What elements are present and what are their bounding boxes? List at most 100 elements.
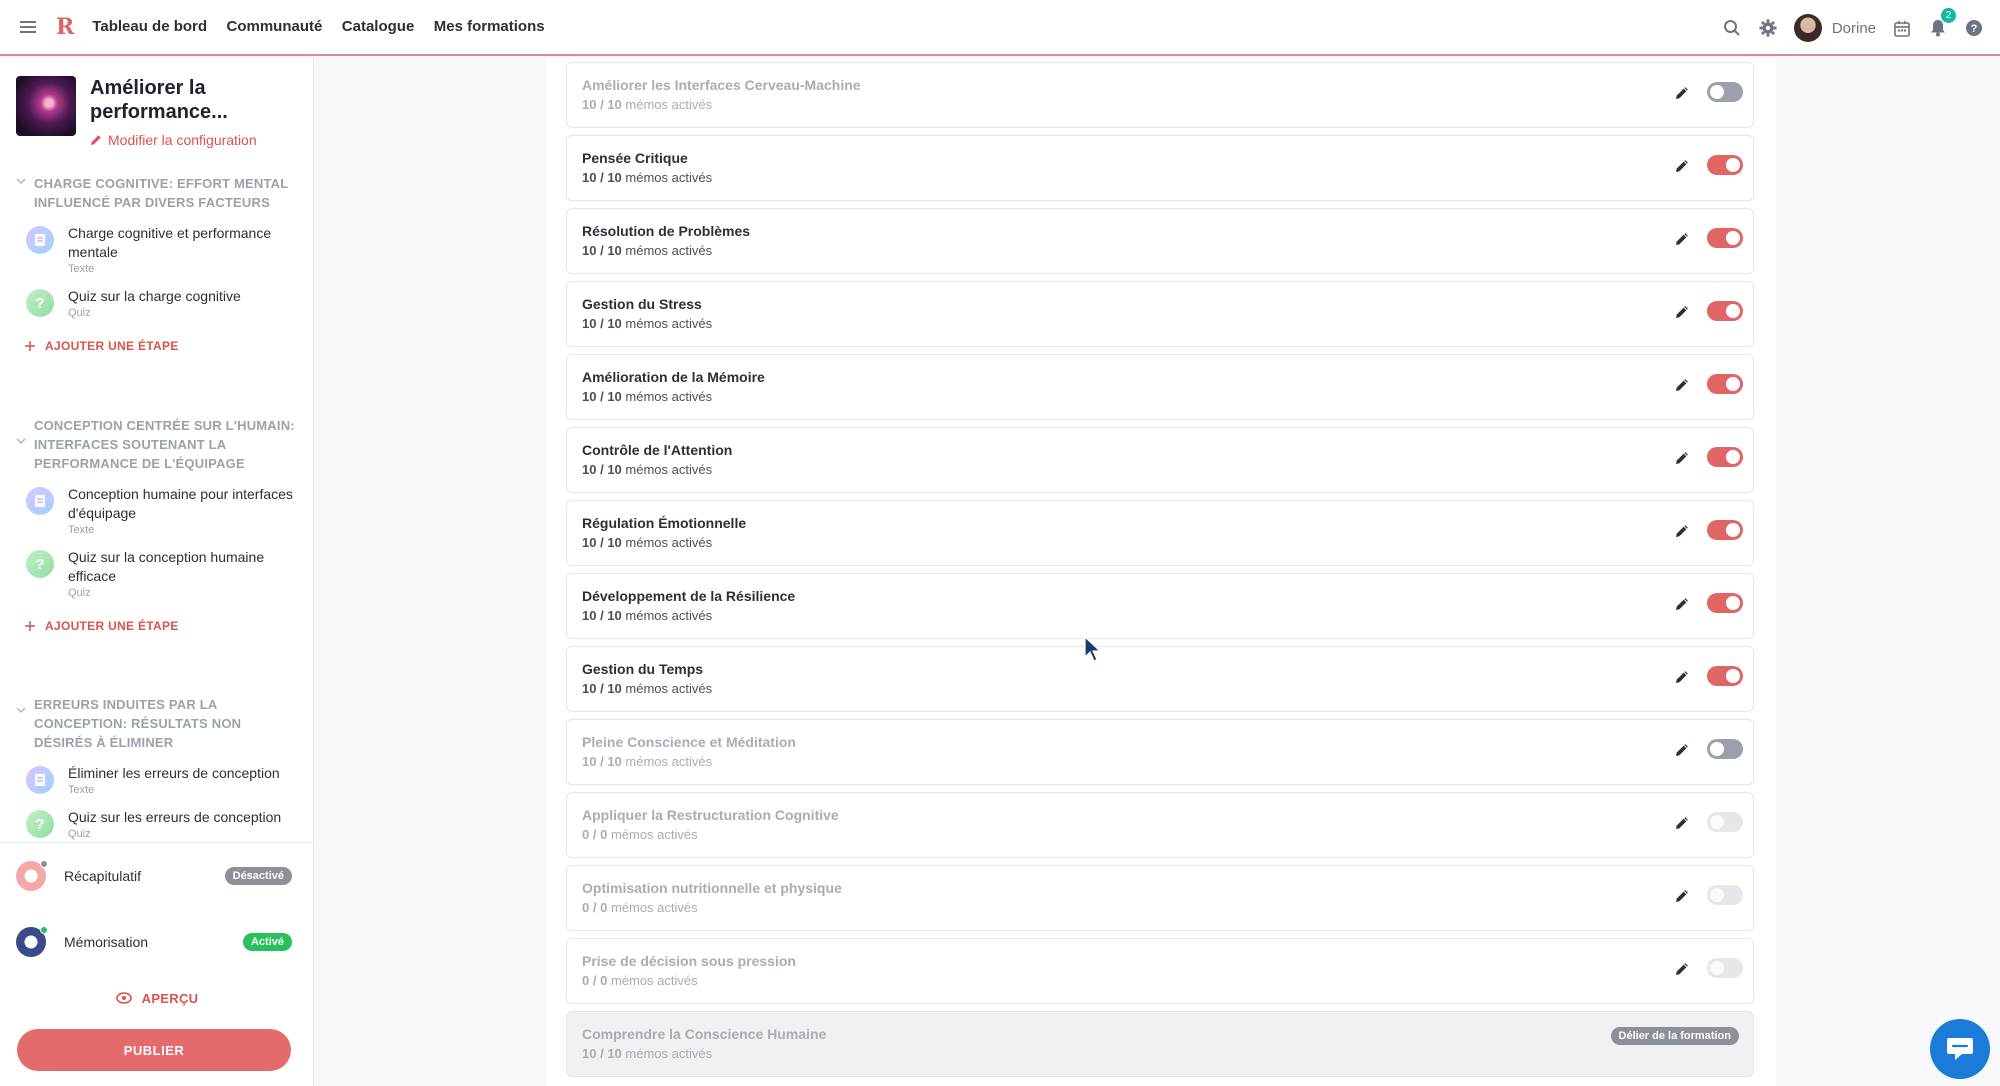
edit-pencil-icon[interactable] — [1674, 815, 1694, 835]
module-card: Amélioration de la Mémoire 10 / 10 mémos … — [566, 354, 1754, 420]
memo-ratio: 10 / 10 — [582, 316, 622, 331]
module-memo-count: 10 / 10 mémos activés — [582, 1046, 712, 1061]
memo-total-count: 10 — [607, 535, 622, 550]
memo-active-count: 0 — [582, 973, 590, 988]
sidebar-step[interactable]: ? Quiz sur la conception humaine efficac… — [16, 536, 298, 599]
module-toggle[interactable] — [1707, 447, 1743, 467]
memo-ratio: 10 / 10 — [582, 462, 622, 477]
section-title[interactable]: CHARGE COGNITIVE: EFFORT MENTAL INFLUENC… — [16, 174, 298, 212]
memo-ratio: 0 / 0 — [582, 900, 608, 915]
calendar-icon[interactable] — [1892, 18, 1912, 38]
module-toggle[interactable] — [1707, 666, 1743, 686]
module-toggle[interactable] — [1707, 739, 1743, 759]
module-title: Améliorer les Interfaces Cerveau-Machine — [582, 77, 861, 93]
edit-pencil-icon[interactable] — [1674, 158, 1694, 178]
module-toggle[interactable] — [1707, 228, 1743, 248]
module-toggle[interactable] — [1707, 593, 1743, 613]
module-card: Pleine Conscience et Méditation 10 / 10 m… — [566, 719, 1754, 785]
module-toggle[interactable] — [1707, 812, 1743, 832]
memo-suffix: mémos activés — [610, 973, 698, 988]
edit-pencil-icon[interactable] — [1674, 596, 1694, 616]
module-title: Gestion du Temps — [582, 661, 704, 677]
pencil-icon — [91, 135, 101, 145]
memo-suffix: mémos activés — [625, 389, 713, 404]
edit-pencil-icon[interactable] — [1674, 450, 1694, 470]
memo-suffix: mémos activés — [610, 900, 698, 915]
sidebar-step[interactable]: ? Quiz sur les erreurs de conception Qui… — [16, 796, 298, 840]
help-icon[interactable]: ? — [1964, 18, 1984, 38]
sidebar-step[interactable]: ? Quiz sur la charge cognitive Quiz — [16, 275, 298, 319]
chat-support-button[interactable] — [1930, 1019, 1990, 1079]
memo-ratio: 10 / 10 — [582, 1046, 622, 1061]
search-icon[interactable] — [1722, 18, 1742, 38]
publish-button[interactable]: PUBLIER — [17, 1029, 291, 1071]
memo-total-count: 10 — [607, 1046, 622, 1061]
module-toggle[interactable] — [1707, 885, 1743, 905]
section-title[interactable]: ERREURS INDUITES PAR LA CONCEPTION: RÉSU… — [16, 695, 298, 752]
edit-pencil-icon[interactable] — [1674, 669, 1694, 689]
memo-total-count: 10 — [607, 754, 622, 769]
add-step-button[interactable]: AJOUTER UNE ÉTAPE — [16, 339, 298, 353]
memo-total-count: 10 — [607, 243, 622, 258]
edit-pencil-icon[interactable] — [1674, 742, 1694, 762]
memo-ratio: 10 / 10 — [582, 243, 622, 258]
memo-active-count: 10 — [582, 170, 597, 185]
feature-recap[interactable]: Récapitulatif Désactivé — [0, 843, 314, 909]
toggle-knob — [1726, 304, 1740, 318]
step-type: Quiz — [68, 828, 91, 840]
memo-suffix: mémos activés — [625, 535, 713, 550]
memo-active-count: 10 — [582, 1046, 597, 1061]
edit-pencil-icon[interactable] — [1674, 377, 1694, 397]
preview-button[interactable]: APERÇU — [0, 983, 314, 1013]
edit-pencil-icon[interactable] — [1674, 523, 1694, 543]
user-menu[interactable]: Dorine — [1793, 14, 1876, 42]
section-title[interactable]: CONCEPTION CENTRÉE SUR L'HUMAIN: INTERFA… — [16, 416, 298, 473]
sidebar-step[interactable]: Éliminer les erreurs de conception Texte — [16, 752, 298, 796]
sidebar-step[interactable]: Conception humaine pour interfaces d'équ… — [16, 473, 298, 536]
module-toggle[interactable] — [1707, 520, 1743, 540]
module-card: Améliorer les Interfaces Cerveau-Machine… — [566, 62, 1754, 128]
feature-memorisation[interactable]: Mémorisation Activé — [0, 909, 314, 975]
app-logo[interactable]: R — [56, 14, 74, 40]
svg-text:?: ? — [1971, 23, 1978, 35]
module-memo-count: 10 / 10 mémos activés — [582, 389, 712, 404]
module-toggle[interactable] — [1707, 155, 1743, 175]
memo-active-count: 10 — [582, 462, 597, 477]
edit-pencil-icon[interactable] — [1674, 304, 1694, 324]
mouse-cursor-icon — [1084, 635, 1102, 667]
text-document-icon — [26, 766, 54, 794]
module-title: Développement de la Résilience — [582, 588, 796, 604]
add-step-button[interactable]: AJOUTER UNE ÉTAPE — [16, 619, 298, 633]
module-title: Prise de décision sous pression — [582, 953, 796, 969]
sidebar-step[interactable]: Charge cognitive et performance mentale … — [16, 212, 298, 275]
memo-active-count: 0 — [582, 827, 590, 842]
edit-pencil-icon[interactable] — [1674, 961, 1694, 981]
module-memo-count: 10 / 10 mémos activés — [582, 462, 712, 477]
module-toggle[interactable] — [1707, 82, 1743, 102]
settings-gear-icon[interactable] — [1758, 18, 1778, 38]
notifications-bell-icon[interactable]: 2 — [1928, 8, 1956, 38]
edit-pencil-icon[interactable] — [1674, 888, 1694, 908]
edit-pencil-icon[interactable] — [1674, 85, 1694, 105]
chevron-down-icon — [16, 438, 26, 445]
nav-dashboard[interactable]: Tableau de bord — [92, 18, 207, 35]
nav-my-trainings[interactable]: Mes formations — [434, 18, 545, 35]
edit-configuration-link[interactable]: Modifier la configuration — [90, 132, 297, 148]
module-toggle[interactable] — [1707, 374, 1743, 394]
memo-active-count: 10 — [582, 535, 597, 550]
nav-community[interactable]: Communauté — [226, 18, 322, 35]
nav-catalogue[interactable]: Catalogue — [342, 18, 415, 35]
hamburger-menu-icon[interactable] — [0, 20, 56, 34]
module-card: Gestion du Stress 10 / 10 mémos activés — [566, 281, 1754, 347]
unlink-from-course-badge[interactable]: Délier de la formation — [1610, 1027, 1739, 1045]
memo-ratio: 0 / 0 — [582, 827, 608, 842]
module-card: Prise de décision sous pression 0 / 0 mém… — [566, 938, 1754, 1004]
text-document-icon — [26, 487, 54, 515]
module-toggle[interactable] — [1707, 301, 1743, 321]
module-toggle[interactable] — [1707, 958, 1743, 978]
edit-pencil-icon[interactable] — [1674, 231, 1694, 251]
memo-suffix: mémos activés — [625, 243, 713, 258]
memo-total-count: 0 — [600, 827, 608, 842]
edit-configuration-label: Modifier la configuration — [108, 132, 257, 148]
module-title: Amélioration de la Mémoire — [582, 369, 765, 385]
